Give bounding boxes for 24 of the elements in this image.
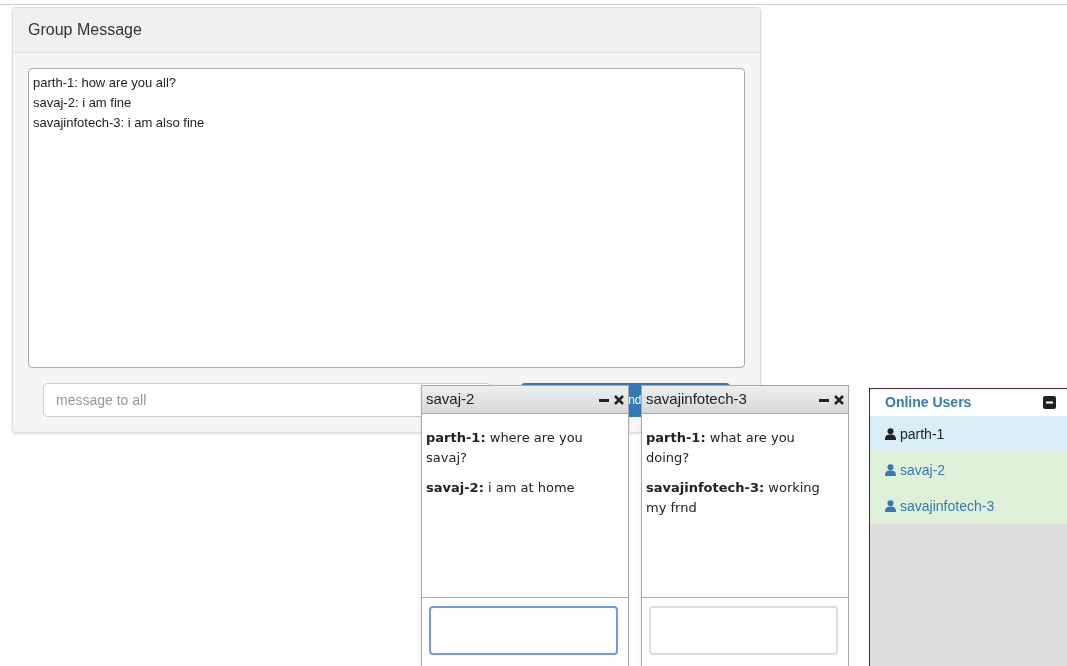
- panel-title: Online Users: [885, 393, 973, 412]
- user-name: savajinfotech-3: [900, 496, 995, 516]
- collapse-icon[interactable]: [1043, 396, 1056, 409]
- close-icon[interactable]: [834, 394, 844, 405]
- user-list-item[interactable]: parth-1: [870, 416, 1067, 452]
- chat-title: savajinfotech-3: [646, 389, 748, 410]
- user-list-item[interactable]: savajinfotech-3: [870, 488, 1067, 524]
- chat-message: parth-1: what are you doing?: [646, 429, 796, 467]
- log-line: parth-1: how are you all?: [33, 74, 178, 92]
- chat-message: savajinfotech-3: working my frnd: [646, 479, 821, 517]
- panel-title: Group Message: [28, 21, 142, 38]
- chat-message: parth-1: where are you savaj?: [426, 429, 584, 467]
- close-icon[interactable]: [614, 394, 624, 405]
- chat-input[interactable]: [429, 606, 618, 655]
- log-line: savaj-2: i am fine: [33, 94, 133, 112]
- user-icon: [885, 500, 896, 512]
- user-icon: [885, 428, 896, 440]
- user-icon: [885, 464, 896, 476]
- chat-title: savaj-2: [426, 389, 476, 410]
- user-name: parth-1: [900, 424, 945, 444]
- user-list-item[interactable]: savaj-2: [870, 452, 1067, 488]
- log-line: savajinfotech-3: i am also fine: [33, 114, 206, 132]
- chat-message: savaj-2: i am at home: [426, 479, 576, 497]
- user-name: savaj-2: [900, 460, 946, 480]
